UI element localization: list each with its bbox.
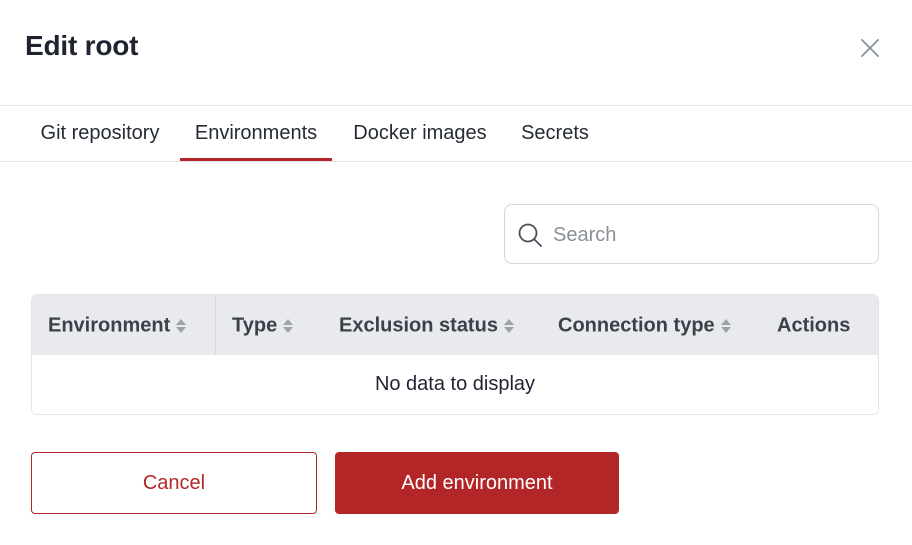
search-icon — [518, 223, 542, 247]
add-environment-button[interactable]: Add environment — [335, 452, 619, 514]
empty-state-message: No data to display — [32, 355, 878, 414]
tab-label: Git repository — [40, 122, 160, 144]
tab-docker-images[interactable]: Docker images — [342, 106, 498, 161]
tab-label: Docker images — [353, 122, 487, 144]
tab-label: Secrets — [521, 122, 589, 144]
cancel-button[interactable]: Cancel — [31, 452, 317, 514]
sort-icon — [176, 318, 187, 333]
column-header-exclusion-status[interactable]: Exclusion status — [339, 295, 515, 355]
column-label: Actions — [777, 314, 851, 337]
close-icon — [861, 39, 879, 57]
column-header-type[interactable]: Type — [232, 295, 294, 355]
column-header-environment[interactable]: Environment — [48, 295, 187, 355]
dialog-title: Edit root — [25, 30, 139, 61]
search-box — [504, 204, 879, 264]
edit-root-dialog: Edit root Git repository Environments Do… — [0, 0, 912, 545]
close-button[interactable] — [856, 34, 884, 62]
tab-git-repository[interactable]: Git repository — [25, 106, 175, 161]
table-header: Environment Type Exclusion status Connec… — [32, 295, 878, 355]
column-header-connection-type[interactable]: Connection type — [558, 295, 732, 355]
column-label: Type — [232, 314, 278, 337]
sort-icon — [283, 318, 294, 333]
environments-table: Environment Type Exclusion status Connec… — [31, 294, 879, 415]
tab-secrets[interactable]: Secrets — [510, 106, 600, 161]
column-divider — [215, 295, 216, 355]
search-input[interactable] — [553, 215, 863, 255]
column-label: Environment — [48, 314, 171, 337]
column-header-actions: Actions — [777, 295, 850, 355]
column-label: Exclusion status — [339, 314, 498, 337]
dialog-header: Edit root — [0, 0, 912, 106]
sort-icon — [503, 318, 514, 333]
column-label: Connection type — [558, 314, 715, 337]
tab-label: Environments — [194, 122, 318, 144]
tab-bar: Git repository Environments Docker image… — [0, 106, 912, 162]
tab-environments[interactable]: Environments — [180, 106, 332, 161]
sort-icon — [720, 318, 731, 333]
